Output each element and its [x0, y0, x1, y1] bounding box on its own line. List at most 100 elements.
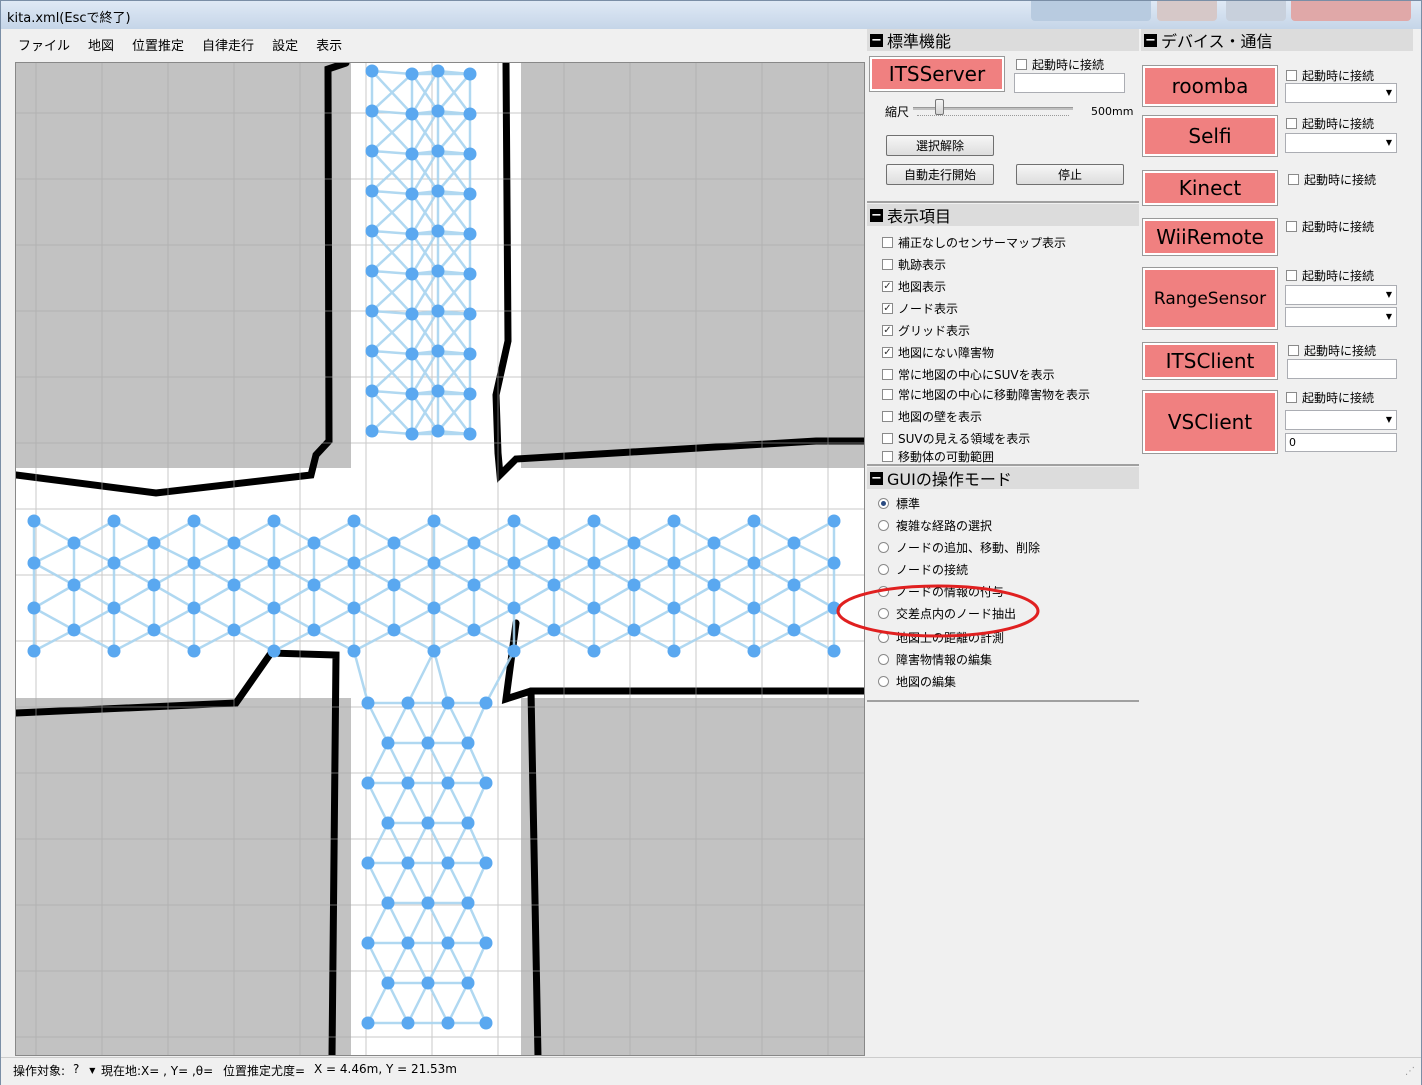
display-option[interactable]: SUVの見える領域を表示: [882, 430, 1030, 447]
checkbox-box[interactable]: [882, 389, 893, 400]
gui-mode-option[interactable]: 地図の編集: [878, 673, 956, 690]
checkbox-box[interactable]: [882, 259, 893, 270]
display-option[interactable]: 軌跡表示: [882, 256, 946, 273]
standard-panel-header[interactable]: − 標準機能: [867, 29, 1139, 51]
checkbox-box[interactable]: [1288, 174, 1299, 185]
display-option[interactable]: 補正なしのセンサーマップ表示: [882, 234, 1066, 251]
checkbox-box[interactable]: [1016, 59, 1027, 70]
rangesensor-connect-checkbox[interactable]: 起動時に接続: [1286, 267, 1374, 284]
wiiremote-button[interactable]: WiiRemote: [1142, 218, 1278, 256]
vsclient-button[interactable]: VSClient: [1142, 390, 1278, 454]
checkbox-box[interactable]: [1286, 70, 1297, 81]
checkbox-box[interactable]: [882, 237, 893, 248]
display-option[interactable]: ✓ 地図にない障害物: [882, 344, 994, 361]
checkbox-box[interactable]: [882, 433, 893, 444]
display-option[interactable]: 地図の壁を表示: [882, 408, 982, 425]
kinect-connect-checkbox[interactable]: 起動時に接続: [1288, 171, 1376, 188]
map-node: [227, 578, 241, 592]
display-option[interactable]: ✓ グリッド表示: [882, 322, 970, 339]
vsclient-value-input[interactable]: 0: [1285, 433, 1397, 452]
itsserver-connect-checkbox[interactable]: 起動時に接続: [1016, 56, 1104, 73]
resize-grip-icon[interactable]: ⋰: [1405, 1066, 1415, 1077]
roomba-port-select[interactable]: ▼: [1285, 83, 1397, 103]
gui-mode-option[interactable]: ノードの接続: [878, 561, 968, 578]
gui-mode-option[interactable]: ノードの追加、移動、削除: [878, 539, 1040, 556]
checkbox-box[interactable]: [1286, 221, 1297, 232]
radio-selected-icon[interactable]: [878, 498, 889, 509]
gui-mode-panel-header[interactable]: − GUIの操作モード: [867, 467, 1139, 489]
rangesensor-port-select[interactable]: ▼: [1285, 285, 1397, 305]
map-node: [401, 696, 415, 710]
display-panel-header[interactable]: − 表示項目: [867, 204, 1139, 226]
display-option[interactable]: 移動体の可動範囲: [882, 448, 994, 465]
status-bar: 操作対象: ? ▼ 現在地:X= , Y= ,θ= 位置推定尤度= X = 4.…: [1, 1057, 1421, 1085]
display-option[interactable]: ✓ 地図表示: [882, 278, 946, 295]
itsclient-address-input[interactable]: [1287, 359, 1397, 379]
checkbox-box[interactable]: [1286, 270, 1297, 281]
map-node: [463, 187, 477, 201]
display-option[interactable]: ✓ ノード表示: [882, 300, 958, 317]
menu-file[interactable]: ファイル: [9, 31, 79, 58]
selfi-connect-checkbox[interactable]: 起動時に接続: [1286, 115, 1374, 132]
wiiremote-connect-checkbox[interactable]: 起動時に接続: [1286, 218, 1374, 235]
roomba-connect-checkbox[interactable]: 起動時に接続: [1286, 67, 1374, 84]
menu-view[interactable]: 表示: [307, 31, 351, 58]
scale-slider-thumb[interactable]: [935, 99, 944, 115]
map-node: [587, 556, 601, 570]
map-node: [307, 578, 321, 592]
stop-button[interactable]: 停止: [1016, 164, 1124, 185]
map-node: [461, 816, 475, 830]
roomba-button[interactable]: roomba: [1142, 65, 1278, 107]
checkbox-box[interactable]: [882, 369, 893, 380]
rangesensor-type-select[interactable]: ▼: [1285, 307, 1397, 327]
display-option[interactable]: 常に地図の中心に移動障害物を表示: [882, 386, 1090, 403]
collapse-icon[interactable]: −: [870, 33, 883, 47]
checkbox-checked-icon[interactable]: ✓: [882, 347, 893, 358]
display-option[interactable]: 常に地図の中心にSUVを表示: [882, 366, 1055, 383]
map-node: [467, 578, 481, 592]
collapse-icon[interactable]: −: [1144, 33, 1157, 47]
menu-settings[interactable]: 設定: [263, 31, 307, 58]
radio-icon[interactable]: [878, 654, 889, 665]
auto-drive-start-button[interactable]: 自動走行開始: [886, 164, 994, 185]
gui-mode-option-label: ノードの追加、移動、削除: [896, 541, 1041, 555]
menu-localization[interactable]: 位置推定: [123, 31, 193, 58]
radio-icon[interactable]: [878, 520, 889, 531]
checkbox-checked-icon[interactable]: ✓: [882, 281, 893, 292]
selfi-button[interactable]: Selfi: [1142, 115, 1278, 157]
collapse-icon[interactable]: −: [870, 471, 883, 485]
checkbox-box[interactable]: [1286, 392, 1297, 403]
gui-mode-option[interactable]: 障害物情報の編集: [878, 651, 992, 668]
target-select[interactable]: ? ▼: [73, 1062, 95, 1076]
itsserver-address-input[interactable]: [1014, 73, 1125, 93]
checkbox-checked-icon[interactable]: ✓: [882, 303, 893, 314]
checkbox-box[interactable]: [882, 451, 893, 462]
checkbox-checked-icon[interactable]: ✓: [882, 325, 893, 336]
selfi-port-select[interactable]: ▼: [1285, 133, 1397, 153]
vsclient-port-select[interactable]: ▼: [1285, 410, 1397, 430]
itsclient-connect-checkbox[interactable]: 起動時に接続: [1288, 342, 1376, 359]
deselect-button[interactable]: 選択解除: [886, 135, 994, 156]
checkbox-box[interactable]: [1286, 118, 1297, 129]
display-option-label: 移動体の可動範囲: [898, 450, 995, 464]
map-node: [307, 623, 321, 637]
menu-map[interactable]: 地図: [79, 31, 123, 58]
gui-mode-option[interactable]: 標準: [878, 495, 920, 512]
radio-icon[interactable]: [878, 542, 889, 553]
kinect-button[interactable]: Kinect: [1142, 170, 1278, 206]
radio-icon[interactable]: [878, 676, 889, 687]
rangesensor-button[interactable]: RangeSensor: [1142, 267, 1278, 330]
radio-icon[interactable]: [878, 564, 889, 575]
itsserver-button[interactable]: ITSServer: [869, 56, 1005, 92]
map-node: [27, 556, 41, 570]
checkbox-box[interactable]: [1288, 345, 1299, 356]
gui-mode-option[interactable]: 複雑な経路の選択: [878, 517, 992, 534]
vsclient-connect-checkbox[interactable]: 起動時に接続: [1286, 389, 1374, 406]
devices-panel-header[interactable]: − デバイス・通信: [1141, 29, 1413, 51]
collapse-icon[interactable]: −: [870, 208, 883, 222]
itsclient-button[interactable]: ITSClient: [1142, 342, 1278, 380]
map-canvas[interactable]: [15, 62, 865, 1056]
menu-autonomous[interactable]: 自律走行: [193, 31, 263, 58]
checkbox-box[interactable]: [882, 411, 893, 422]
map-node: [441, 936, 455, 950]
